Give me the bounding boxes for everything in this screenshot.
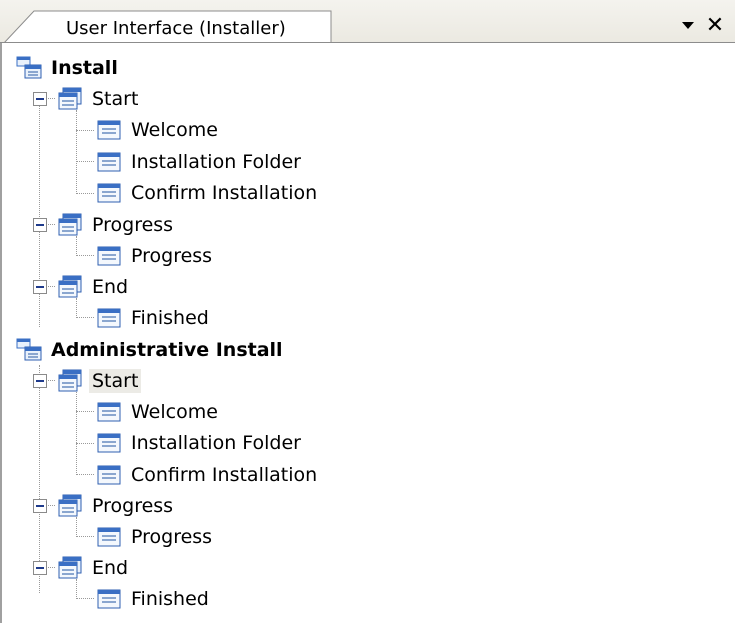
tree-node-confirm-installation[interactable]: Confirm Installation <box>96 177 320 208</box>
tree-node-label: Progress <box>131 525 213 548</box>
tree-node-finished[interactable]: Finished <box>96 302 212 333</box>
tree-node-label: Install <box>51 56 118 79</box>
close-button[interactable]: ✕ <box>703 12 727 38</box>
dialog-icon <box>96 181 122 205</box>
tree-node-install-start[interactable]: Start <box>57 83 141 114</box>
tree-node-installation-folder[interactable]: Installation Folder <box>96 146 304 177</box>
tree-node-install[interactable]: Install <box>16 52 121 83</box>
tree-node-welcome[interactable]: Welcome <box>96 114 221 145</box>
user-interface-tree: Install Start Welcome Installation Folde… <box>0 43 732 623</box>
tree-node-administrative-install[interactable]: Administrative Install <box>16 334 286 365</box>
tree-node-progress-dialog[interactable]: Progress <box>96 521 215 552</box>
tree-line <box>76 255 94 256</box>
tree-line <box>76 598 94 599</box>
window-dropdown-button[interactable] <box>676 13 700 37</box>
tree-node-label: Installation Folder <box>131 431 301 454</box>
tree-line <box>76 392 77 475</box>
tree-node-label: Installation Folder <box>131 150 301 173</box>
tree-node-label: Finished <box>131 306 209 329</box>
tree-node-label: Welcome <box>131 400 218 423</box>
tree-line <box>76 130 94 131</box>
tree-node-finished[interactable]: Finished <box>96 583 212 614</box>
installer-root-icon <box>16 338 42 362</box>
tree-node-label: End <box>92 275 129 298</box>
tree-node-label: Finished <box>131 587 209 610</box>
close-icon: ✕ <box>705 12 725 38</box>
collapse-toggle[interactable] <box>33 561 47 575</box>
installer-root-icon <box>16 56 42 80</box>
tree-line <box>76 474 94 475</box>
dialog-group-icon <box>57 275 83 299</box>
collapse-toggle[interactable] <box>33 218 47 232</box>
tree-line <box>76 317 94 318</box>
dialog-icon <box>96 306 122 330</box>
tree-node-confirm-installation[interactable]: Confirm Installation <box>96 459 320 490</box>
tree-line <box>76 161 94 162</box>
tree-node-label: Administrative Install <box>51 338 283 361</box>
dialog-group-icon <box>57 494 83 518</box>
tree-line <box>76 193 94 194</box>
dialog-icon <box>96 587 122 611</box>
dialog-icon <box>96 463 122 487</box>
tree-node-label: Progress <box>92 494 174 517</box>
document-tab-strip: User Interface (Installer) ✕ <box>0 0 735 43</box>
tab-title: User Interface (Installer) <box>66 18 286 39</box>
tree-node-install-end[interactable]: End <box>57 271 131 302</box>
tree-node-label: Progress <box>131 244 213 267</box>
dialog-icon <box>96 150 122 174</box>
collapse-toggle[interactable] <box>33 92 47 106</box>
tree-node-welcome[interactable]: Welcome <box>96 396 221 427</box>
tree-node-label: End <box>92 556 129 579</box>
tree-node-label: Welcome <box>131 118 218 141</box>
tree-node-label: Start <box>89 368 142 393</box>
tree-line <box>76 443 94 444</box>
tree-node-admin-start[interactable]: Start <box>57 365 142 396</box>
tree-node-admin-progress[interactable]: Progress <box>57 490 176 521</box>
dialog-icon <box>96 431 122 455</box>
tree-node-admin-end[interactable]: End <box>57 552 131 583</box>
tree-line <box>76 536 94 537</box>
tab-user-interface[interactable]: User Interface (Installer) <box>4 10 332 43</box>
dialog-group-icon <box>57 369 83 393</box>
collapse-toggle[interactable] <box>33 280 47 294</box>
tree-node-install-progress[interactable]: Progress <box>57 209 176 240</box>
tree-node-label: Start <box>92 87 139 110</box>
collapse-toggle[interactable] <box>33 374 47 388</box>
tree-node-label: Confirm Installation <box>131 463 318 486</box>
tree-line <box>76 110 77 194</box>
dialog-group-icon <box>57 556 83 580</box>
tree-line <box>76 411 94 412</box>
tree-node-installation-folder[interactable]: Installation Folder <box>96 427 304 458</box>
dialog-group-icon <box>57 213 83 237</box>
collapse-toggle[interactable] <box>33 499 47 513</box>
chevron-down-icon <box>682 22 694 29</box>
dialog-group-icon <box>57 87 83 111</box>
tree-node-label: Progress <box>92 213 174 236</box>
dialog-icon <box>96 244 122 268</box>
dialog-icon <box>96 118 122 142</box>
tree-node-progress-dialog[interactable]: Progress <box>96 240 215 271</box>
tree-node-label: Confirm Installation <box>131 181 318 204</box>
dialog-icon <box>96 400 122 424</box>
tree-line <box>39 365 40 593</box>
dialog-icon <box>96 525 122 549</box>
